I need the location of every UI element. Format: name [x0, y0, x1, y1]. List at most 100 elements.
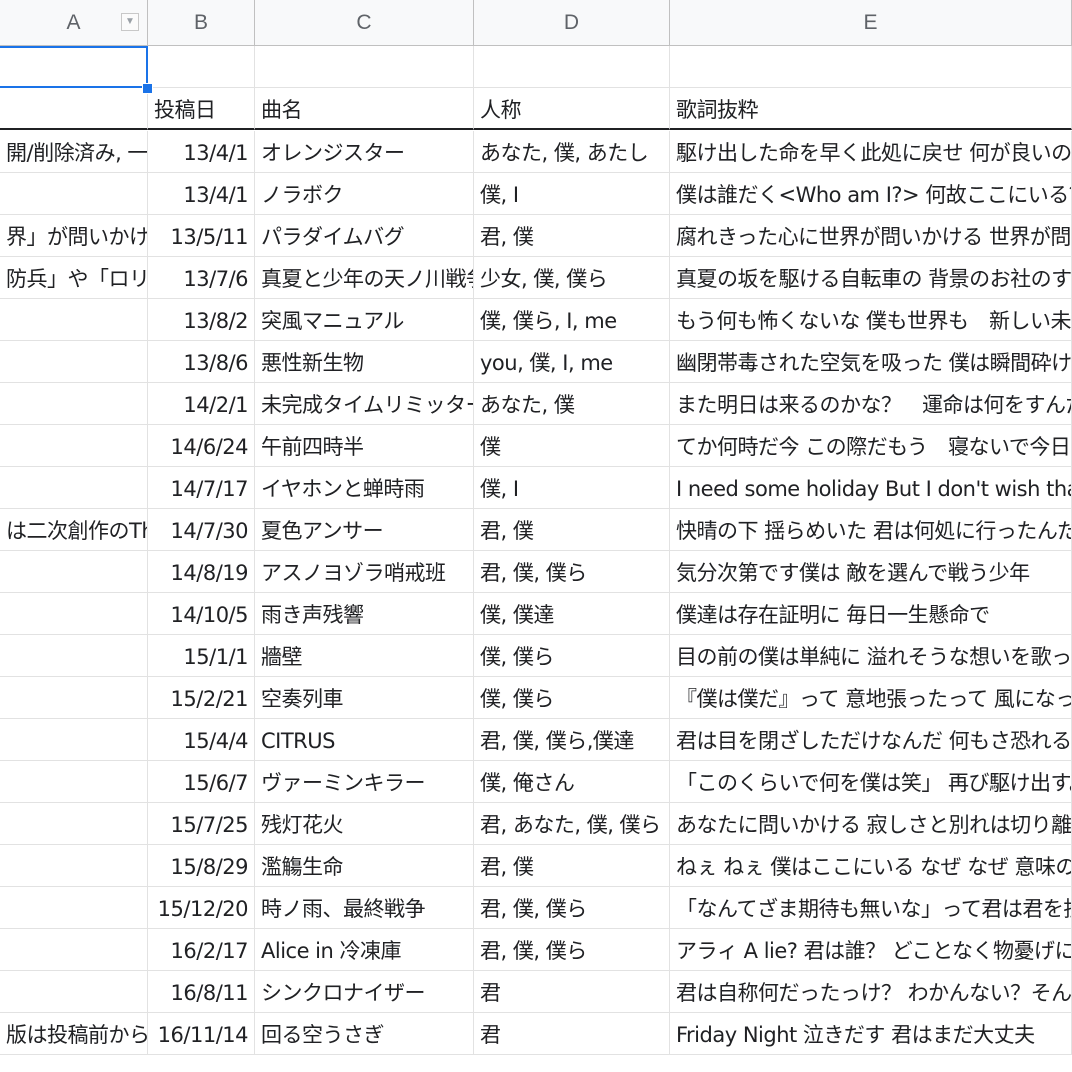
cell-date[interactable]: 14/6/24: [148, 425, 255, 467]
cell-lyrics[interactable]: もう何も怖くないな 僕も世界も 新しい未来さ: [670, 299, 1072, 341]
cell-lyrics[interactable]: てか何時だ今 この際だもう 寝ないで今日 乗り: [670, 425, 1072, 467]
cell-person[interactable]: 君, 僕, 僕ら: [474, 887, 670, 929]
cell-person[interactable]: 少女, 僕, 僕ら: [474, 257, 670, 299]
cell-song-title[interactable]: ヴァーミンキラー: [255, 761, 474, 803]
cell-date[interactable]: 13/4/1: [148, 173, 255, 215]
cell-notes[interactable]: [0, 677, 148, 719]
cell-notes[interactable]: [0, 719, 148, 761]
cell-song-title[interactable]: 夏色アンサー: [255, 509, 474, 551]
cell-notes[interactable]: [0, 845, 148, 887]
header-cell-title[interactable]: 曲名: [255, 88, 474, 130]
cell-date[interactable]: 14/10/5: [148, 593, 255, 635]
cell-date[interactable]: 13/7/6: [148, 257, 255, 299]
cell-date[interactable]: 14/2/1: [148, 383, 255, 425]
cell-song-title[interactable]: 牆壁: [255, 635, 474, 677]
cell-notes[interactable]: [0, 929, 148, 971]
cell-notes[interactable]: 防兵」や「ロリコ: [0, 257, 148, 299]
cell-person[interactable]: 君, 僕, 僕ら,僕達: [474, 719, 670, 761]
cell-lyrics[interactable]: アラィ A lie? 君は誰？ どことなく物憂げに 裸足: [670, 929, 1072, 971]
cell-person[interactable]: 僕: [474, 425, 670, 467]
cell-person[interactable]: 君: [474, 971, 670, 1013]
cell-notes[interactable]: [0, 761, 148, 803]
cell-person[interactable]: 君, 僕, 僕ら: [474, 551, 670, 593]
cell-song-title[interactable]: ノラボク: [255, 173, 474, 215]
cell-lyrics[interactable]: I need some holiday But I don't wish tha…: [670, 467, 1072, 509]
cell-lyrics[interactable]: 僕は誰だく<Who am I?> 何故ここにいる？ Na z: [670, 173, 1072, 215]
cell-date[interactable]: 15/2/21: [148, 677, 255, 719]
header-cell-lyrics[interactable]: 歌詞抜粋: [670, 88, 1072, 130]
cell-lyrics[interactable]: Friday Night 泣きだす 君はまだ大丈夫: [670, 1013, 1072, 1055]
cell-person[interactable]: 僕, 僕ら, I, me: [474, 299, 670, 341]
cell-song-title[interactable]: 空奏列車: [255, 677, 474, 719]
cell-notes[interactable]: 開/削除済み, 一人称: [0, 131, 148, 173]
filter-dropdown-icon[interactable]: ▼: [121, 13, 139, 31]
cell-person[interactable]: 君: [474, 1013, 670, 1055]
cell-lyrics[interactable]: ねぇ ねぇ 僕はここにいる なぜ なぜ 意味の無い: [670, 845, 1072, 887]
selected-cell[interactable]: [0, 46, 148, 88]
cell-song-title[interactable]: アスノヨゾラ哨戒班: [255, 551, 474, 593]
cell-lyrics[interactable]: 幽閉帯毒された空気を吸った 僕は瞬間砕けて光: [670, 341, 1072, 383]
header-cell-a[interactable]: [0, 88, 148, 130]
cell-song-title[interactable]: 雨き声残響: [255, 593, 474, 635]
cell-date[interactable]: 16/11/14: [148, 1013, 255, 1055]
cell-lyrics[interactable]: 『僕は僕だ』って 意地張ったって 風になってし: [670, 677, 1072, 719]
cell-person[interactable]: 僕, 僕ら: [474, 635, 670, 677]
column-header-e[interactable]: E: [670, 0, 1072, 46]
column-header-a[interactable]: A ▼: [0, 0, 148, 46]
cell-person[interactable]: あなた, 僕: [474, 383, 670, 425]
cell-song-title[interactable]: 悪性新生物: [255, 341, 474, 383]
cell-song-title[interactable]: 回る空うさぎ: [255, 1013, 474, 1055]
cell-lyrics[interactable]: 腐れきった心に世界が問いかける 世界が問いか: [670, 215, 1072, 257]
cell-song-title[interactable]: Alice in 冷凍庫: [255, 929, 474, 971]
column-header-c[interactable]: C: [255, 0, 474, 46]
cell-notes[interactable]: [0, 551, 148, 593]
cell-person[interactable]: 君, 僕: [474, 215, 670, 257]
cell-lyrics[interactable]: 気分次第です僕は 敵を選んで戦う少年: [670, 551, 1072, 593]
cell-person[interactable]: 僕, 僕達: [474, 593, 670, 635]
cell-date[interactable]: 15/12/20: [148, 887, 255, 929]
cell-notes[interactable]: [0, 425, 148, 467]
empty-cell[interactable]: [255, 46, 474, 88]
cell-date[interactable]: 14/8/19: [148, 551, 255, 593]
cell-song-title[interactable]: オレンジスター: [255, 131, 474, 173]
column-header-d[interactable]: D: [474, 0, 670, 46]
cell-lyrics[interactable]: 僕達は存在証明に 毎日一生懸命で: [670, 593, 1072, 635]
cell-notes[interactable]: 界」が問いかけて: [0, 215, 148, 257]
cell-date[interactable]: 16/2/17: [148, 929, 255, 971]
cell-lyrics[interactable]: 君は目を閉ざしただけなんだ 何もさ恐れること: [670, 719, 1072, 761]
cell-notes[interactable]: [0, 803, 148, 845]
cell-song-title[interactable]: 濫觴生命: [255, 845, 474, 887]
column-header-b[interactable]: B: [148, 0, 255, 46]
cell-song-title[interactable]: イヤホンと蝉時雨: [255, 467, 474, 509]
cell-date[interactable]: 13/4/1: [148, 131, 255, 173]
cell-date[interactable]: 13/8/6: [148, 341, 255, 383]
cell-date[interactable]: 16/8/11: [148, 971, 255, 1013]
cell-lyrics[interactable]: 「なんてざま期待も無いな」って君は君を掻き: [670, 887, 1072, 929]
cell-lyrics[interactable]: 君は自称何だったっけ？ わかんない？そんなは: [670, 971, 1072, 1013]
empty-cell[interactable]: [148, 46, 255, 88]
cell-song-title[interactable]: 未完成タイムリミッター: [255, 383, 474, 425]
cell-person[interactable]: 僕, I: [474, 173, 670, 215]
cell-lyrics[interactable]: 駆け出した命を早く此処に戻せ 何が良いの？ あ: [670, 131, 1072, 173]
cell-notes[interactable]: [0, 383, 148, 425]
cell-lyrics[interactable]: 真夏の坂を駆ける自転車の 背景のお社のすぐそ: [670, 257, 1072, 299]
cell-lyrics[interactable]: また明日は来るのかな？ 運命は何をすんだ？: [670, 383, 1072, 425]
cell-person[interactable]: 君, 僕: [474, 509, 670, 551]
cell-notes[interactable]: 版は投稿前からSo: [0, 1013, 148, 1055]
cell-notes[interactable]: [0, 341, 148, 383]
cell-notes[interactable]: [0, 887, 148, 929]
cell-date[interactable]: 14/7/30: [148, 509, 255, 551]
cell-song-title[interactable]: パラダイムバグ: [255, 215, 474, 257]
cell-person[interactable]: 僕, I: [474, 467, 670, 509]
cell-date[interactable]: 13/8/2: [148, 299, 255, 341]
cell-song-title[interactable]: 真夏と少年の天ノ川戦争: [255, 257, 474, 299]
cell-notes[interactable]: は二次創作のThe: [0, 509, 148, 551]
cell-notes[interactable]: [0, 299, 148, 341]
fill-handle[interactable]: [142, 83, 153, 94]
cell-notes[interactable]: [0, 467, 148, 509]
cell-notes[interactable]: [0, 635, 148, 677]
cell-lyrics[interactable]: 目の前の僕は単純に 溢れそうな想いを歌ってい: [670, 635, 1072, 677]
cell-song-title[interactable]: シンクロナイザー: [255, 971, 474, 1013]
cell-song-title[interactable]: 午前四時半: [255, 425, 474, 467]
cell-song-title[interactable]: 残灯花火: [255, 803, 474, 845]
